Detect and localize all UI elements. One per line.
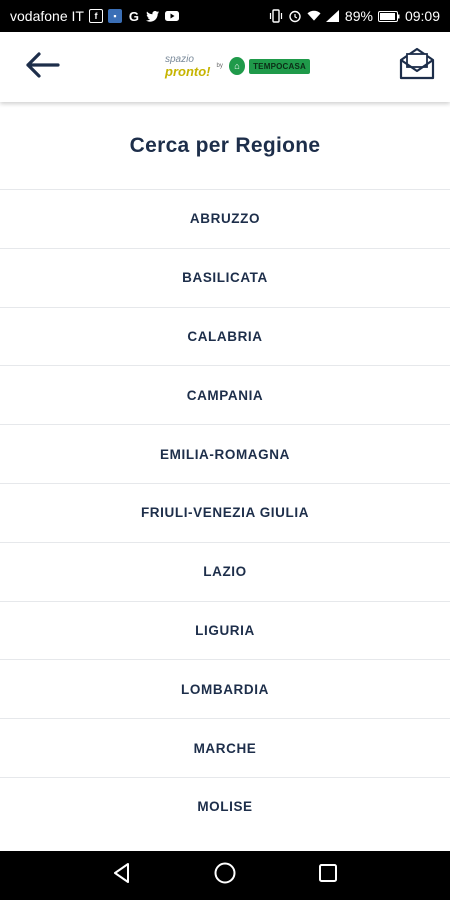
app-notification-icon: ▪: [107, 9, 122, 23]
region-label: FRIULI-VENEZIA GIULIA: [140, 505, 310, 521]
clock: 09:09: [404, 8, 440, 24]
logo-brand-text: TEMPOCASA: [249, 58, 310, 74]
wifi-icon: [307, 9, 321, 23]
region-item-emilia-romagna[interactable]: EMILIA-ROMAGNA: [0, 424, 450, 483]
signal-icon: [325, 9, 340, 23]
region-item-campania[interactable]: CAMPANIA: [0, 365, 450, 424]
app-logo: spazio pronto! by ⌂ TEMPOCASA: [165, 50, 310, 82]
region-label: LOMBARDIA: [181, 681, 269, 697]
twitter-icon: [146, 9, 160, 23]
app-header: spazio pronto! by ⌂ TEMPOCASA: [0, 32, 450, 102]
alarm-icon: [288, 9, 302, 23]
arrow-left-icon: [24, 51, 60, 84]
region-list: ABRUZZO BASILICATA CALABRIA CAMPANIA EMI…: [0, 189, 450, 851]
battery-percentage: 89%: [344, 8, 373, 24]
status-bar-left: vodafone IT f ▪ G: [10, 8, 179, 24]
region-label: MARCHE: [193, 740, 257, 756]
region-label: BASILICATA: [182, 270, 268, 286]
region-item-marche[interactable]: MARCHE: [0, 718, 450, 777]
region-label: LIGURIA: [195, 622, 255, 638]
region-item-molise[interactable]: MOLISE: [0, 776, 450, 836]
facebook-icon: f: [88, 9, 103, 23]
region-label: CAMPANIA: [186, 387, 264, 403]
youtube-icon: [164, 9, 179, 23]
brand-emblem-icon: ⌂: [228, 57, 246, 75]
system-nav-bar: [0, 851, 450, 900]
google-icon: G: [128, 8, 139, 24]
logo-spazio-text: spazio: [165, 53, 194, 65]
region-label: CALABRIA: [187, 328, 263, 344]
region-item-lazio[interactable]: LAZIO: [0, 541, 450, 601]
region-item-basilicata[interactable]: BASILICATA: [0, 247, 450, 307]
region-label: LAZIO: [203, 564, 247, 580]
nav-home-button[interactable]: [207, 858, 243, 894]
nav-back-button[interactable]: [104, 858, 140, 894]
logo-pronto-text: pronto!: [165, 63, 211, 79]
region-item-friuli-venezia-giulia[interactable]: FRIULI-VENEZIA GIULIA: [0, 482, 450, 542]
page-title: Cerca per Regione: [129, 133, 321, 157]
nav-recents-button[interactable]: [310, 858, 346, 894]
region-item-calabria[interactable]: CALABRIA: [0, 306, 450, 366]
home-circle-icon: [213, 861, 237, 890]
status-bar-right: 89% 09:09: [269, 8, 440, 24]
back-button[interactable]: [22, 50, 62, 84]
region-item-liguria[interactable]: LIGURIA: [0, 600, 450, 660]
region-label: MOLISE: [197, 799, 253, 815]
logo-wordmark: spazio pronto!: [165, 53, 211, 79]
carrier-label: vodafone IT: [10, 8, 84, 24]
status-bar: vodafone IT f ▪ G 89% 09:09: [0, 0, 450, 32]
region-label: EMILIA-ROMAGNA: [160, 446, 290, 462]
region-label: ABRUZZO: [189, 211, 261, 227]
vibrate-icon: [269, 9, 283, 23]
mail-icon: [399, 46, 435, 85]
region-item-lombardia[interactable]: LOMBARDIA: [0, 659, 450, 718]
mail-button[interactable]: [398, 46, 436, 84]
recents-square-icon: [318, 863, 338, 888]
logo-by-text: by: [216, 63, 223, 69]
region-item-abruzzo[interactable]: ABRUZZO: [0, 189, 450, 248]
battery-icon: [377, 9, 400, 23]
back-triangle-icon: [111, 862, 133, 889]
